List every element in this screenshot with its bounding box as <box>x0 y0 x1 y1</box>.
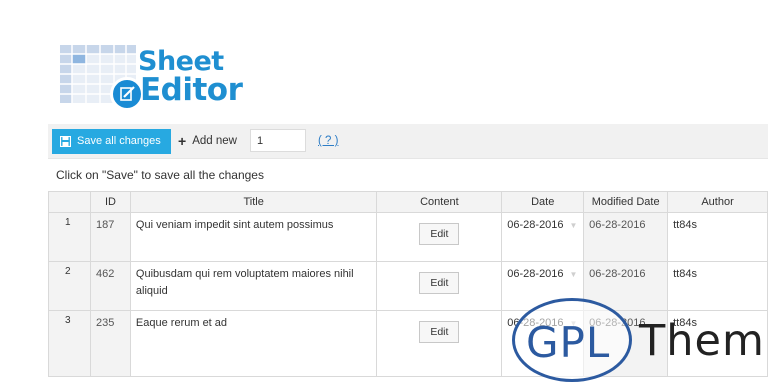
id-cell: 462 <box>89 261 131 311</box>
help-link[interactable]: ( ? ) <box>318 129 338 154</box>
column-header-row-number <box>48 191 91 213</box>
dropdown-arrow-icon: ▼ <box>569 270 578 279</box>
column-header-author[interactable]: Author <box>667 191 768 213</box>
title-cell[interactable]: Eaque rerum et ad <box>129 310 378 377</box>
date-cell[interactable]: 06-28-2016 ▼ <box>501 212 585 262</box>
row-number: 2 <box>48 261 91 311</box>
watermark-them-text: Them <box>639 316 765 366</box>
title-cell[interactable]: Qui veniam impedit sint autem possimus <box>129 212 378 262</box>
plus-icon: + <box>178 133 187 149</box>
column-header-title[interactable]: Title <box>129 191 378 213</box>
id-cell: 235 <box>89 310 131 377</box>
modified-date-cell: 06-28-2016 <box>583 212 669 262</box>
header-row: ID Title Content Date Modified Date Auth… <box>48 191 768 213</box>
dropdown-arrow-icon: ▼ <box>569 221 578 230</box>
column-header-content[interactable]: Content <box>376 191 503 213</box>
save-all-button[interactable]: Save all changes <box>52 129 171 154</box>
toolbar: Save all changes + Add new ( ? ) <box>48 124 768 159</box>
edit-content-button[interactable]: Edit <box>419 321 460 343</box>
sheet-editor-logo: Sheet Editor <box>60 40 260 120</box>
date-value: 06-28-2016 <box>507 219 564 231</box>
add-new-quantity-input[interactable] <box>250 129 306 152</box>
row-number: 3 <box>48 310 91 377</box>
content-cell: Edit <box>376 261 503 311</box>
date-value: 06-28-2016 <box>507 268 564 280</box>
save-hint: Click on "Save" to save all the changes <box>56 168 264 182</box>
save-icon <box>60 136 71 147</box>
column-header-date[interactable]: Date <box>501 191 585 213</box>
row-number: 1 <box>48 212 91 262</box>
save-all-label: Save all changes <box>77 135 161 147</box>
author-cell[interactable]: tt84s <box>667 212 768 262</box>
watermark-gpl-text: GPL <box>526 318 611 367</box>
table-row: 2 462 Quibusdam qui rem voluptatem maior… <box>48 261 768 311</box>
column-header-modified-date[interactable]: Modified Date <box>583 191 669 213</box>
add-new-label: Add new <box>192 135 237 147</box>
edit-content-button[interactable]: Edit <box>419 223 460 245</box>
author-cell[interactable]: tt84s <box>667 261 768 311</box>
content-cell: Edit <box>376 212 503 262</box>
logo-text: Sheet Editor <box>138 48 243 108</box>
title-cell[interactable]: Quibusdam qui rem voluptatem maiores nih… <box>129 261 378 311</box>
content-cell: Edit <box>376 310 503 377</box>
table-row: 1 187 Qui veniam impedit sint autem poss… <box>48 212 768 262</box>
column-header-id[interactable]: ID <box>89 191 131 213</box>
add-new-button[interactable]: + Add new <box>178 129 237 154</box>
edit-content-button[interactable]: Edit <box>419 272 460 294</box>
id-cell: 187 <box>89 212 131 262</box>
logo-line-2: Editor <box>140 72 243 108</box>
